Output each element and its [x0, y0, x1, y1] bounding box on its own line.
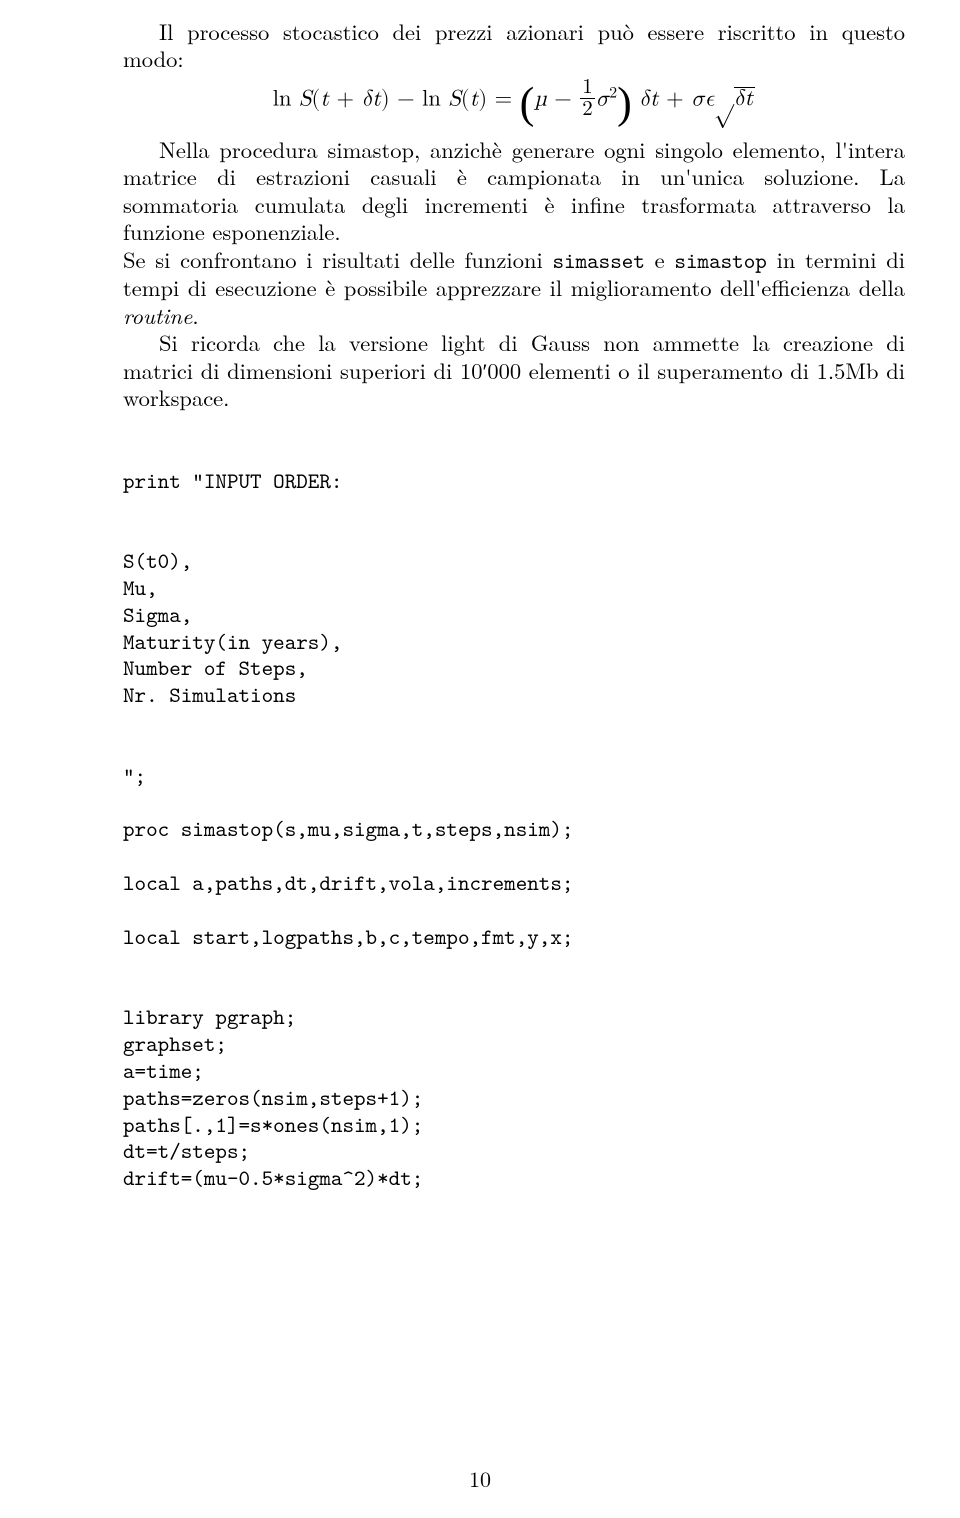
eq-close2: ) = [478, 88, 519, 110]
eq-frac-den: 2 [580, 99, 595, 120]
eq-minus2: − [547, 88, 579, 110]
eq-frac-num: 1 [580, 77, 595, 99]
eq-sqrt: √δt [714, 84, 755, 113]
paragraph-3: Se si confrontano i risultati delle funz… [123, 246, 905, 330]
para3-a: Se si confrontano i risultati delle funz… [123, 243, 552, 275]
eq-radicand: δt [734, 87, 755, 110]
para3-tt1: simasset [552, 246, 644, 275]
para3-tt2: simastop [674, 246, 766, 275]
eq-dt2: δt [639, 88, 658, 110]
paragraph-2: Nella procedura simastop, anzichè genera… [123, 136, 905, 246]
eq-frac: 12 [580, 77, 595, 120]
page-number: 10 [0, 1466, 960, 1493]
eq-plus1: + [329, 88, 361, 110]
eq-rparen: ) [617, 78, 632, 127]
para3-b: e [645, 243, 675, 275]
eq-minus: − ln [390, 88, 449, 110]
eq-S2: S [448, 88, 461, 110]
eq-open1: ( [311, 88, 320, 110]
eq-sigma2: σϵ [691, 88, 714, 110]
eq-t1: t [320, 88, 329, 110]
eq-dt1: δt [361, 88, 380, 110]
eq-lparen: ( [520, 78, 535, 127]
eq-mu: µ [534, 88, 547, 110]
eq-plus2: + [659, 88, 691, 110]
eq-sigma: σ [596, 88, 609, 110]
code-block: print "INPUT ORDER: S(t0), Mu, Sigma, Ma… [123, 468, 905, 1192]
equation-display: ln S(t + δt) − ln S(t) = (µ − 12σ2) δt +… [123, 79, 905, 122]
eq-radical: √ [714, 86, 734, 110]
eq-close1: ) [381, 88, 390, 110]
para2-text: Nella procedura simastop, anzichè genera… [123, 133, 905, 247]
paragraph-1: Il processo stocastico dei prezzi aziona… [123, 18, 905, 73]
eq-S1: S [299, 88, 312, 110]
paragraph-4: Si ricorda che la versione light di Gaus… [123, 329, 905, 411]
page: Il processo stocastico dei prezzi aziona… [0, 0, 960, 1518]
eq-sq: 2 [609, 85, 617, 101]
para1-text: Il processo stocastico dei prezzi aziona… [123, 15, 905, 74]
eq-ln1: ln [273, 88, 299, 110]
para4-text: Si ricorda che la versione light di Gaus… [123, 326, 905, 413]
eq-open2: ( [461, 88, 470, 110]
